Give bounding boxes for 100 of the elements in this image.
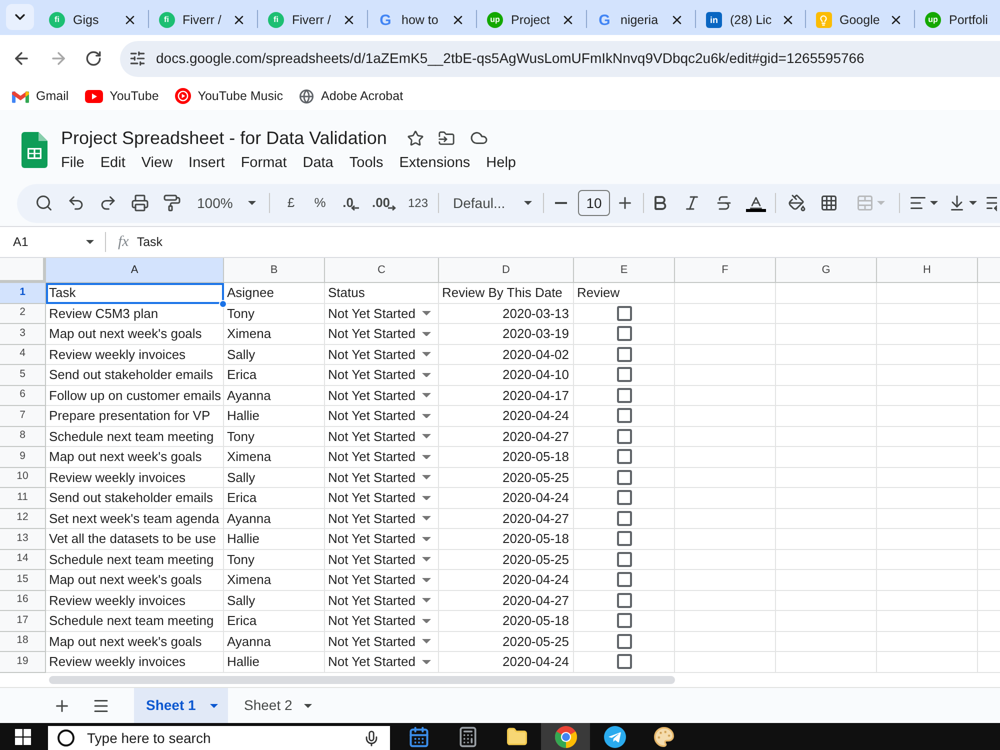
row-header[interactable]: 19 bbox=[0, 652, 46, 672]
formula-text[interactable]: Task bbox=[136, 232, 163, 252]
row-header[interactable]: 5 bbox=[0, 365, 46, 386]
status-dropdown[interactable]: Not Yet Started bbox=[325, 365, 439, 386]
status-dropdown[interactable]: Not Yet Started bbox=[325, 468, 439, 488]
status-dropdown[interactable]: Not Yet Started bbox=[325, 529, 439, 550]
checkbox[interactable] bbox=[616, 388, 632, 403]
status-dropdown[interactable]: Not Yet Started bbox=[325, 632, 439, 652]
bookmark[interactable]: Adobe Acrobat bbox=[299, 85, 404, 107]
increase-decimal-button[interactable]: .00 bbox=[367, 189, 401, 217]
status-dropdown[interactable]: Not Yet Started bbox=[325, 508, 439, 529]
checkbox[interactable] bbox=[616, 531, 632, 546]
column-header[interactable]: C bbox=[325, 258, 439, 283]
font-size-field[interactable]: 10 bbox=[578, 190, 610, 216]
checkbox[interactable] bbox=[616, 572, 632, 588]
row-header[interactable]: 14 bbox=[0, 550, 46, 570]
row-header[interactable]: 7 bbox=[0, 406, 46, 426]
checkbox[interactable] bbox=[616, 613, 632, 628]
menu-item[interactable]: Tools bbox=[349, 153, 384, 175]
row-header[interactable]: 15 bbox=[0, 570, 46, 590]
column-header[interactable]: F bbox=[675, 258, 776, 283]
checkbox[interactable] bbox=[616, 470, 632, 485]
column-header[interactable]: E bbox=[574, 258, 675, 283]
name-box[interactable]: A1 bbox=[0, 230, 100, 254]
browser-tab[interactable]: fi Gigs bbox=[39, 5, 148, 35]
taskbar-app[interactable] bbox=[541, 723, 590, 750]
menu-item[interactable]: Help bbox=[486, 153, 516, 175]
checkbox[interactable] bbox=[616, 552, 632, 567]
checkbox[interactable] bbox=[616, 408, 632, 424]
browser-tab[interactable]: up Portfoli bbox=[915, 5, 996, 35]
row-header[interactable]: 3 bbox=[0, 324, 46, 344]
checkbox[interactable] bbox=[616, 634, 632, 649]
column-header[interactable]: A bbox=[46, 258, 224, 283]
document-title[interactable]: Project Spreadsheet - for Data Validation bbox=[61, 124, 387, 152]
status-dropdown[interactable]: Not Yet Started bbox=[325, 304, 439, 324]
row-header[interactable]: 13 bbox=[0, 529, 46, 550]
menu-item[interactable]: Format bbox=[240, 153, 287, 175]
checkbox[interactable] bbox=[616, 346, 632, 362]
sheet-tab[interactable]: Sheet 2 bbox=[232, 688, 322, 723]
status-dropdown[interactable]: Not Yet Started bbox=[325, 488, 439, 508]
browser-tab[interactable]: fi Fiverr / bbox=[148, 5, 257, 35]
row-header[interactable]: 9 bbox=[0, 447, 46, 468]
status-dropdown[interactable]: Not Yet Started bbox=[325, 344, 439, 365]
font-dropdown[interactable]: Defaul... bbox=[447, 189, 538, 217]
address-field[interactable]: docs.google.com/spreadsheets/d/1aZEmK5__2tbE-qs5AgWusLomUFmIkNnvq9VDbqc2u6k/edit#gid=1265595766 bbox=[120, 40, 1000, 76]
browser-tab[interactable]: Google bbox=[806, 5, 914, 35]
star-button[interactable] bbox=[406, 128, 426, 148]
checkbox[interactable] bbox=[616, 510, 632, 526]
checkbox[interactable] bbox=[616, 326, 632, 342]
row-header[interactable]: 16 bbox=[0, 590, 46, 611]
status-dropdown[interactable]: Not Yet Started bbox=[325, 570, 439, 590]
menu-item[interactable]: Edit bbox=[100, 153, 126, 175]
sheet-tab[interactable]: Sheet 1 bbox=[134, 688, 228, 723]
zoom-dropdown[interactable]: 100% bbox=[188, 189, 262, 217]
fill-handle[interactable] bbox=[219, 300, 227, 308]
status-dropdown[interactable]: Not Yet Started bbox=[325, 386, 439, 406]
status-dropdown[interactable]: Not Yet Started bbox=[325, 447, 439, 468]
number-format-button[interactable]: 123 bbox=[401, 189, 435, 217]
browser-tab[interactable]: fi Fiverr / bbox=[258, 5, 366, 35]
tab-list-button[interactable] bbox=[6, 4, 34, 30]
row-header[interactable]: 10 bbox=[0, 468, 46, 488]
row-header[interactable]: 4 bbox=[0, 344, 46, 365]
row-header[interactable]: 17 bbox=[0, 611, 46, 632]
row-header[interactable]: 2 bbox=[0, 304, 46, 324]
row-header[interactable]: 18 bbox=[0, 632, 46, 652]
percent-button[interactable]: % bbox=[305, 189, 335, 217]
scrollbar-thumb[interactable] bbox=[49, 676, 675, 684]
checkbox[interactable] bbox=[616, 490, 632, 506]
browser-tab[interactable]: G nigeria bbox=[586, 5, 695, 35]
menu-item[interactable]: Extensions bbox=[399, 153, 470, 175]
search-input[interactable]: Type here to search bbox=[87, 728, 363, 748]
checkbox[interactable] bbox=[616, 428, 632, 444]
column-header[interactable]: B bbox=[224, 258, 325, 283]
status-dropdown[interactable]: Not Yet Started bbox=[325, 550, 439, 570]
currency-button[interactable]: £ bbox=[277, 189, 305, 217]
row-header[interactable]: 8 bbox=[0, 426, 46, 447]
decrease-decimal-button[interactable]: .0 bbox=[335, 189, 367, 217]
row-header[interactable]: 1 bbox=[0, 283, 46, 304]
browser-tab[interactable]: in (28) Lic bbox=[696, 5, 804, 35]
column-header[interactable]: G bbox=[776, 258, 877, 283]
row-header[interactable]: 12 bbox=[0, 508, 46, 529]
status-dropdown[interactable]: Not Yet Started bbox=[325, 611, 439, 632]
bookmark[interactable]: YouTube bbox=[84, 85, 159, 107]
menu-item[interactable]: Data bbox=[302, 153, 334, 175]
browser-tab[interactable]: up Project bbox=[477, 5, 586, 35]
status-dropdown[interactable]: Not Yet Started bbox=[325, 426, 439, 447]
checkbox[interactable] bbox=[616, 306, 632, 321]
menu-item[interactable]: File bbox=[61, 153, 84, 175]
column-header[interactable]: D bbox=[439, 258, 574, 283]
row-header[interactable]: 11 bbox=[0, 488, 46, 508]
menu-item[interactable]: Insert bbox=[188, 153, 225, 175]
search-bar[interactable]: Type here to search bbox=[48, 726, 390, 750]
row-header[interactable]: 6 bbox=[0, 386, 46, 406]
bookmark[interactable]: YouTube Music bbox=[174, 85, 284, 107]
status-dropdown[interactable]: Not Yet Started bbox=[325, 324, 439, 344]
column-header[interactable]: H bbox=[877, 258, 978, 283]
checkbox[interactable] bbox=[616, 654, 632, 670]
checkbox[interactable] bbox=[616, 449, 632, 464]
checkbox[interactable] bbox=[616, 367, 632, 382]
bookmark[interactable]: Gmail bbox=[12, 85, 69, 107]
